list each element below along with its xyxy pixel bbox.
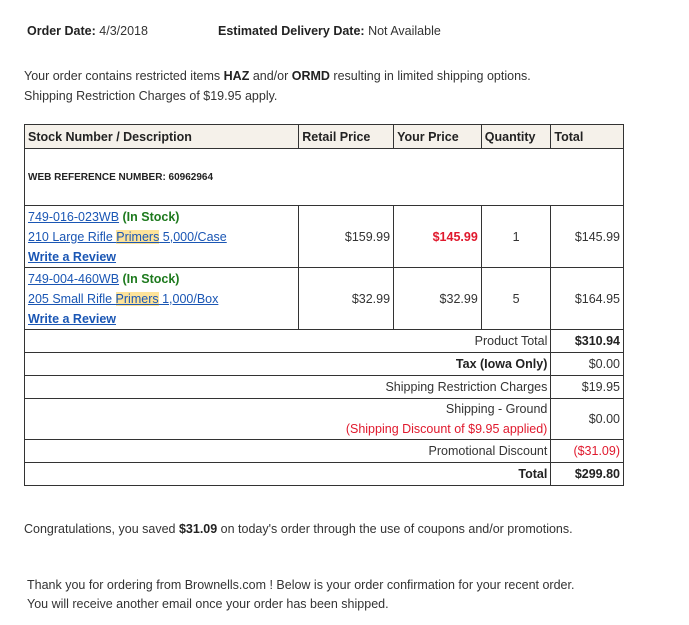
quantity: 1 xyxy=(480,205,552,268)
stock-status: (In Stock) xyxy=(122,271,180,286)
summary-row-shipping: Shipping - Ground (Shipping Discount of … xyxy=(23,398,624,440)
product-name-highlight: Primers xyxy=(115,291,159,306)
stock-status: (In Stock) xyxy=(122,209,180,224)
order-total-value: $299.80 xyxy=(550,462,624,486)
savings-amount: $31.09 xyxy=(178,522,218,536)
shipping-restriction-label: Shipping Restriction Charges xyxy=(23,375,552,399)
savings-text-a: Congratulations, you saved xyxy=(24,522,179,536)
retail-price: $32.99 xyxy=(298,267,395,330)
line-total: $164.95 xyxy=(550,267,624,330)
shipping-label-cell: Shipping - Ground (Shipping Discount of … xyxy=(23,398,552,440)
web-reference-number: WEB REFERENCE NUMBER: 60962964 xyxy=(24,148,624,206)
tax-label: Tax (Iowa Only) xyxy=(23,352,552,376)
write-review-link[interactable]: Write a Review xyxy=(28,250,116,264)
col-header-quantity: Quantity xyxy=(480,124,552,149)
product-total-value: $310.94 xyxy=(550,329,624,353)
notice-haz: HAZ xyxy=(223,69,250,83)
shipping-restriction-value: $19.95 xyxy=(550,375,624,399)
shipping-discount-note: (Shipping Discount of $9.95 applied) xyxy=(345,422,548,436)
line-total: $145.99 xyxy=(550,205,624,268)
shipping-value: $0.00 xyxy=(550,398,624,440)
stock-number-link[interactable]: 749-004-460WB xyxy=(28,272,119,286)
your-price: $145.99 xyxy=(393,205,482,268)
summary-row-total: Total $299.80 xyxy=(23,462,624,486)
delivery-date-label: Estimated Delivery Date: xyxy=(218,24,365,38)
thank-you-line2: You will receive another email once your… xyxy=(27,597,389,611)
shipping-label: Shipping - Ground xyxy=(445,402,548,416)
summary-row-promo: Promotional Discount ($31.09) xyxy=(23,439,624,463)
notice-text-b: and/or xyxy=(249,69,292,83)
stock-number-link[interactable]: 749-016-023WB xyxy=(28,210,119,224)
summary-row-shipping-restriction: Shipping Restriction Charges $19.95 xyxy=(23,375,624,399)
quantity: 5 xyxy=(480,267,552,330)
col-header-your-price: Your Price xyxy=(393,124,482,149)
col-header-total: Total xyxy=(550,124,624,149)
thank-you-line1: Thank you for ordering from Brownells.co… xyxy=(27,578,575,592)
promo-discount-value: ($31.09) xyxy=(550,439,624,463)
delivery-date-value: Not Available xyxy=(368,24,441,38)
restriction-notice-line1: Your order contains restricted items HAZ… xyxy=(24,66,531,86)
notice-ormd: ORMD xyxy=(291,69,330,83)
thank-you-message: Thank you for ordering from Brownells.co… xyxy=(27,576,574,614)
order-header: Order Date: 4/3/2018 Estimated Delivery … xyxy=(27,24,667,42)
restriction-notice-line2: Shipping Restriction Charges of $19.95 a… xyxy=(24,89,278,103)
table-header-row: Stock Number / Description Retail Price … xyxy=(23,124,624,149)
item-description: 749-016-023WB (In Stock) 210 Large Rifle… xyxy=(23,205,300,268)
col-header-description: Stock Number / Description xyxy=(23,124,300,149)
order-date: Order Date: 4/3/2018 xyxy=(27,24,148,38)
summary-row-tax: Tax (Iowa Only) $0.00 xyxy=(23,352,624,376)
promo-discount-label: Promotional Discount xyxy=(23,439,552,463)
product-name-highlight: Primers xyxy=(116,229,160,244)
notice-text-a: Your order contains restricted items xyxy=(24,69,224,83)
notice-text-c: resulting in limited shipping options. xyxy=(329,69,531,83)
delivery-date: Estimated Delivery Date: Not Available xyxy=(218,24,441,38)
product-name-b: 1,000/Box xyxy=(158,291,219,306)
write-review-link[interactable]: Write a Review xyxy=(28,312,116,326)
order-total-label: Total xyxy=(23,462,552,486)
table-row: 749-016-023WB (In Stock) 210 Large Rifle… xyxy=(23,205,624,268)
item-description: 749-004-460WB (In Stock) 205 Small Rifle… xyxy=(23,267,300,330)
retail-price: $159.99 xyxy=(298,205,395,268)
order-date-label: Order Date: xyxy=(27,24,96,38)
order-date-value: 4/3/2018 xyxy=(99,24,148,38)
order-table: Stock Number / Description Retail Price … xyxy=(23,124,624,486)
product-link[interactable]: 205 Small Rifle Primers 1,000/Box xyxy=(28,291,219,306)
your-price: $32.99 xyxy=(393,267,482,330)
savings-text-b: on today's order through the use of coup… xyxy=(217,522,573,536)
col-header-retail: Retail Price xyxy=(298,124,395,149)
product-link[interactable]: 210 Large Rifle Primers 5,000/Case xyxy=(28,229,227,244)
web-reference-row: WEB REFERENCE NUMBER: 60962964 xyxy=(24,148,624,206)
restriction-notice: Your order contains restricted items HAZ… xyxy=(24,66,531,106)
table-row: 749-004-460WB (In Stock) 205 Small Rifle… xyxy=(23,267,624,330)
product-name-a: 210 Large Rifle xyxy=(28,229,117,244)
savings-message: Congratulations, you saved $31.09 on tod… xyxy=(24,522,573,536)
summary-row-product-total: Product Total $310.94 xyxy=(23,329,624,353)
tax-value: $0.00 xyxy=(550,352,624,376)
product-total-label: Product Total xyxy=(23,329,552,353)
product-name-b: 5,000/Case xyxy=(159,229,227,244)
product-name-a: 205 Small Rifle xyxy=(28,291,116,306)
